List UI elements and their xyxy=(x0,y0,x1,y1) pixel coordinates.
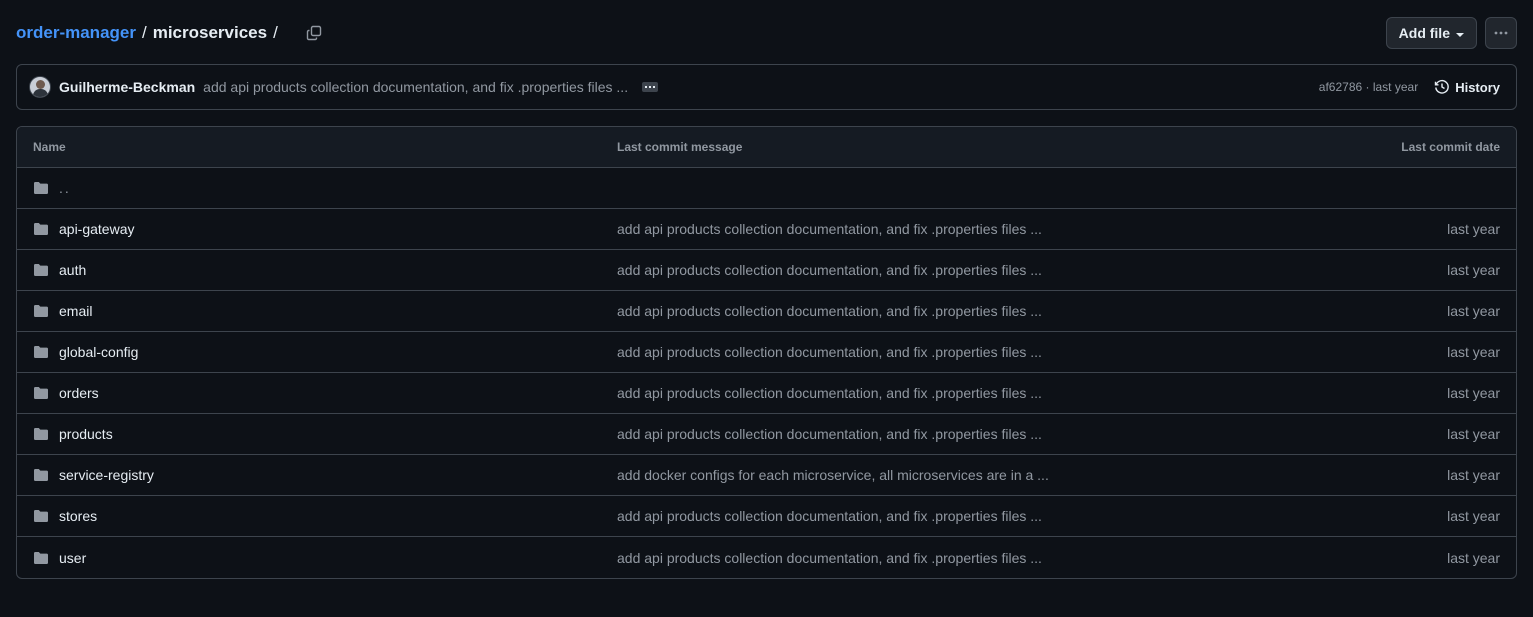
commit-date: last year xyxy=(1447,221,1500,237)
commit-meta: af62786 · last year History xyxy=(1319,79,1500,95)
table-row[interactable]: service-registry add docker configs for e… xyxy=(17,455,1516,496)
folder-icon xyxy=(34,510,48,522)
folder-icon xyxy=(34,387,48,399)
copy-icon xyxy=(306,25,322,41)
header-last-commit-date: Last commit date xyxy=(1401,140,1500,154)
avatar[interactable] xyxy=(29,76,51,98)
commit-date: last year xyxy=(1447,467,1500,483)
header-name: Name xyxy=(33,140,66,154)
folder-name-link[interactable]: stores xyxy=(59,508,97,524)
folder-icon xyxy=(34,346,48,358)
folder-icon xyxy=(34,428,48,440)
commit-date: last year xyxy=(1447,344,1500,360)
table-row[interactable]: email add api products collection documen… xyxy=(17,291,1516,332)
folder-icon xyxy=(34,223,48,235)
history-icon xyxy=(1435,79,1450,94)
folder-icon xyxy=(34,264,48,276)
file-table: Name Last commit message Last commit dat… xyxy=(16,126,1517,579)
folder-name-link[interactable]: auth xyxy=(59,262,86,278)
commit-date: last year xyxy=(1447,262,1500,278)
commit-date: last year xyxy=(1447,385,1500,401)
folder-icon xyxy=(34,182,48,194)
folder-name-link[interactable]: products xyxy=(59,426,113,442)
table-row[interactable]: orders add api products collection docume… xyxy=(17,373,1516,414)
table-row[interactable]: global-config add api products collection… xyxy=(17,332,1516,373)
folder-icon xyxy=(34,305,48,317)
breadcrumb-separator: / xyxy=(273,23,278,42)
table-header: Name Last commit message Last commit dat… xyxy=(17,127,1516,168)
table-row[interactable]: api-gateway add api products collection d… xyxy=(17,209,1516,250)
folder-name-link[interactable]: service-registry xyxy=(59,467,154,483)
table-row[interactable]: products add api products collection docu… xyxy=(17,414,1516,455)
folder-name-link[interactable]: email xyxy=(59,303,92,319)
commit-message-link[interactable]: add api products collection documentatio… xyxy=(617,221,1316,237)
breadcrumb-separator: / xyxy=(141,23,147,42)
folder-name-link[interactable]: user xyxy=(59,550,86,566)
header-actions: Add file xyxy=(1385,17,1517,49)
kebab-horizontal-icon xyxy=(1494,31,1508,35)
commit-date: last year xyxy=(1447,426,1500,442)
avatar-body xyxy=(33,89,48,97)
folder-icon xyxy=(34,469,48,481)
history-label: History xyxy=(1455,79,1500,95)
latest-commit-bar: Guilherme-Beckman add api products colle… xyxy=(16,64,1517,110)
avatar-head xyxy=(36,80,45,89)
commit-date: last year xyxy=(1447,508,1500,524)
more-options-button[interactable] xyxy=(1485,17,1517,49)
commit-message-link[interactable]: add docker configs for each microservice… xyxy=(617,467,1316,483)
commit-message-link[interactable]: add api products collection documentatio… xyxy=(617,508,1316,524)
parent-directory-row[interactable]: .. xyxy=(17,168,1516,209)
page-header: order-manager / microservices / Add file xyxy=(16,16,1517,50)
copy-path-button[interactable] xyxy=(302,21,326,45)
chevron-down-icon xyxy=(1456,33,1464,37)
folder-name-link[interactable]: api-gateway xyxy=(59,221,135,237)
file-rows: api-gateway add api products collection d… xyxy=(17,209,1516,578)
commit-message-link[interactable]: add api products collection documentatio… xyxy=(617,550,1316,566)
folder-icon xyxy=(34,551,48,564)
table-row[interactable]: user add api products collection document… xyxy=(17,537,1516,578)
breadcrumb-current-dir: microservices xyxy=(152,23,268,42)
add-file-button[interactable]: Add file xyxy=(1385,17,1477,49)
history-button[interactable]: History xyxy=(1434,79,1500,95)
commit-date: last year xyxy=(1447,303,1500,319)
breadcrumb-repo-link[interactable]: order-manager xyxy=(16,23,136,43)
commit-message-link[interactable]: add api products collection documentatio… xyxy=(617,426,1316,442)
parent-directory-link[interactable]: .. xyxy=(59,180,71,196)
table-row[interactable]: auth add api products collection document… xyxy=(17,250,1516,291)
folder-name-link[interactable]: orders xyxy=(59,385,99,401)
commit-message-link[interactable]: add api products collection documentatio… xyxy=(617,262,1316,278)
expand-commit-message-button[interactable] xyxy=(642,82,659,92)
table-row[interactable]: stores add api products collection docume… xyxy=(17,496,1516,537)
header-last-commit-message: Last commit message xyxy=(617,140,743,154)
commit-date: last year xyxy=(1447,549,1500,566)
add-file-label: Add file xyxy=(1398,25,1450,41)
folder-name-link[interactable]: global-config xyxy=(59,344,138,360)
commit-message-link[interactable]: add api products collection documentatio… xyxy=(617,385,1316,401)
commit-sha-date[interactable]: af62786 · last year xyxy=(1319,80,1418,94)
commit-message-link[interactable]: add api products collection documentatio… xyxy=(617,344,1316,360)
breadcrumb: order-manager / microservices / xyxy=(16,21,326,45)
commit-author-link[interactable]: Guilherme-Beckman xyxy=(59,79,195,95)
commit-message-link[interactable]: add api products collection documentatio… xyxy=(617,303,1316,319)
commit-message-link[interactable]: add api products collection documentatio… xyxy=(203,79,628,95)
